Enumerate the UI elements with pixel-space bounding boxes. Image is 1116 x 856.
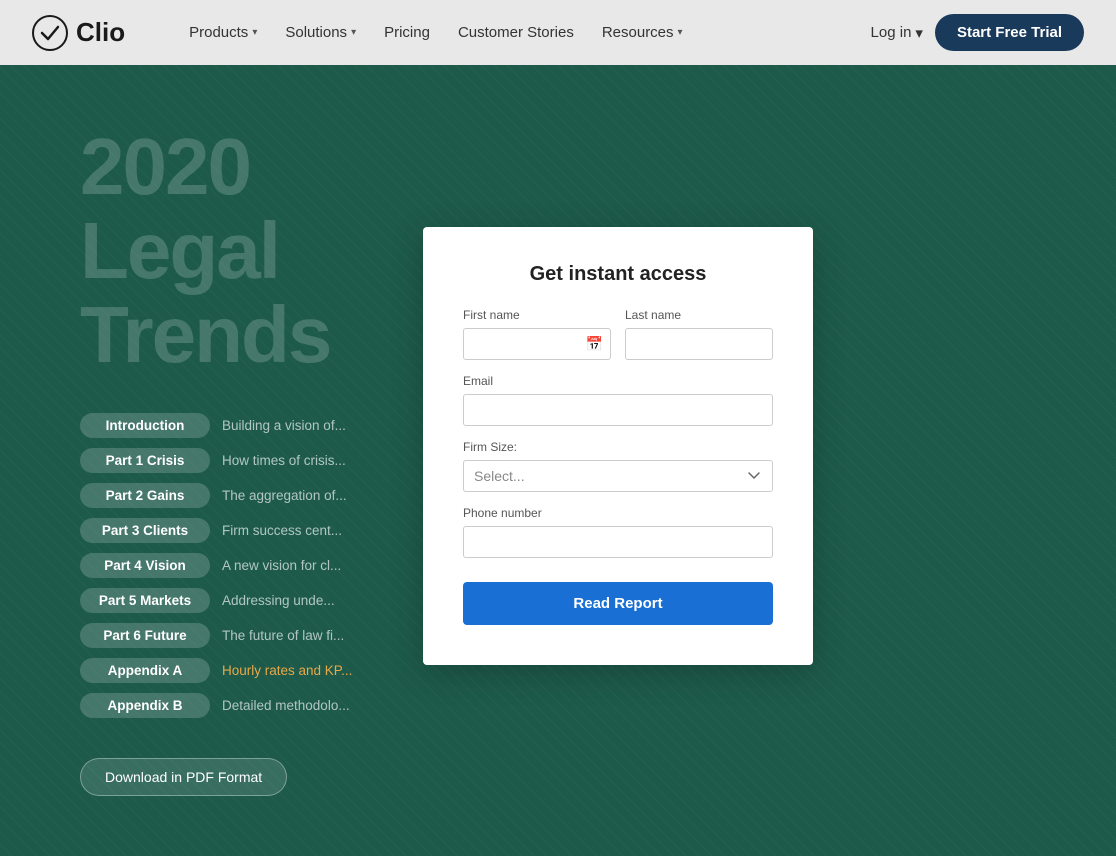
toc-part1: Part 1 Crisis How times of crisis... xyxy=(80,448,430,473)
hero-title-line1: 2020 Legal xyxy=(80,122,279,295)
phone-input[interactable] xyxy=(463,526,773,558)
nav-solutions-label: Solutions xyxy=(285,24,347,41)
phone-group: Phone number xyxy=(463,506,773,558)
toc-badge-part4[interactable]: Part 4 Vision xyxy=(80,553,210,578)
login-label: Log in xyxy=(871,24,912,41)
toc-badge-part6[interactable]: Part 6 Future xyxy=(80,623,210,648)
navbar: Clio Products ▾ Solutions ▾ Pricing Cust… xyxy=(0,0,1116,65)
hero-content: 2020 Legal Trends Introduction Building … xyxy=(0,65,430,856)
login-chevron: ▾ xyxy=(915,24,923,42)
toc-appendix-b: Appendix B Detailed methodolo... xyxy=(80,693,430,718)
nav-solutions[interactable]: Solutions ▾ xyxy=(273,16,368,49)
toc-desc-part4: A new vision for cl... xyxy=(222,558,341,573)
last-name-group: Last name xyxy=(625,308,773,360)
toc-badge-part2[interactable]: Part 2 Gains xyxy=(80,483,210,508)
nav-solutions-chevron: ▾ xyxy=(351,27,356,38)
toc-badge-part5[interactable]: Part 5 Markets xyxy=(80,588,210,613)
read-report-button[interactable]: Read Report xyxy=(463,582,773,625)
name-row: First name 📅 Last name xyxy=(463,308,773,360)
download-pdf-button[interactable]: Download in PDF Format xyxy=(80,758,287,796)
toc-desc-part3: Firm success cent... xyxy=(222,523,342,538)
nav-right: Log in ▾ Start Free Trial xyxy=(871,14,1084,51)
firm-size-select[interactable]: Select... Solo 2-5 6-20 21-50 51-200 200… xyxy=(463,460,773,492)
nav-products[interactable]: Products ▾ xyxy=(177,16,269,49)
toc-part5: Part 5 Markets Addressing unde... xyxy=(80,588,430,613)
logo[interactable]: Clio xyxy=(32,15,125,51)
toc-desc-part6: The future of law fi... xyxy=(222,628,344,643)
toc-desc-part5: Addressing unde... xyxy=(222,593,335,608)
first-name-input-wrapper: 📅 xyxy=(463,328,611,360)
toc-part6: Part 6 Future The future of law fi... xyxy=(80,623,430,648)
nav-customer-stories[interactable]: Customer Stories xyxy=(446,16,586,49)
firm-size-group: Firm Size: Select... Solo 2-5 6-20 21-50… xyxy=(463,440,773,492)
toc-badge-part1[interactable]: Part 1 Crisis xyxy=(80,448,210,473)
nav-customer-stories-label: Customer Stories xyxy=(458,24,574,41)
first-name-label: First name xyxy=(463,308,611,322)
phone-label: Phone number xyxy=(463,506,773,520)
login-button[interactable]: Log in ▾ xyxy=(871,24,923,42)
toc-appendix-a: Appendix A Hourly rates and KP... xyxy=(80,658,430,683)
toc-desc-appendix-a: Hourly rates and KP... xyxy=(222,663,352,678)
logo-text: Clio xyxy=(76,17,125,48)
nav-products-label: Products xyxy=(189,24,248,41)
table-of-contents: Introduction Building a vision of... Par… xyxy=(80,413,430,718)
hero-title: 2020 Legal Trends xyxy=(80,125,430,377)
toc-introduction: Introduction Building a vision of... xyxy=(80,413,430,438)
hero-title-line2: Trends xyxy=(80,290,330,379)
toc-desc-part1: How times of crisis... xyxy=(222,453,346,468)
nav-resources-chevron: ▾ xyxy=(678,27,683,38)
first-name-group: First name 📅 xyxy=(463,308,611,360)
toc-part4: Part 4 Vision A new vision for cl... xyxy=(80,553,430,578)
nav-resources[interactable]: Resources ▾ xyxy=(590,16,695,49)
modal-title: Get instant access xyxy=(463,263,773,286)
nav-resources-label: Resources xyxy=(602,24,674,41)
toc-badge-part3[interactable]: Part 3 Clients xyxy=(80,518,210,543)
nav-pricing-label: Pricing xyxy=(384,24,430,41)
email-label: Email xyxy=(463,374,773,388)
toc-part3: Part 3 Clients Firm success cent... xyxy=(80,518,430,543)
firm-size-label: Firm Size: xyxy=(463,440,773,454)
calendar-icon: 📅 xyxy=(586,335,603,352)
nav-pricing[interactable]: Pricing xyxy=(372,16,442,49)
last-name-label: Last name xyxy=(625,308,773,322)
email-input[interactable] xyxy=(463,394,773,426)
toc-desc-part2: The aggregation of... xyxy=(222,488,347,503)
toc-desc-introduction: Building a vision of... xyxy=(222,418,346,433)
nav-links: Products ▾ Solutions ▾ Pricing Customer … xyxy=(177,16,842,49)
hero-section: 2020 Legal Trends Introduction Building … xyxy=(0,65,1116,856)
toc-desc-appendix-b: Detailed methodolo... xyxy=(222,698,350,713)
nav-products-chevron: ▾ xyxy=(252,27,257,38)
clio-logo-icon xyxy=(32,15,68,51)
email-group: Email xyxy=(463,374,773,426)
trial-button[interactable]: Start Free Trial xyxy=(935,14,1084,51)
toc-badge-introduction[interactable]: Introduction xyxy=(80,413,210,438)
access-form-modal: Get instant access First name 📅 Last nam… xyxy=(423,227,813,665)
last-name-input[interactable] xyxy=(625,328,773,360)
toc-badge-appendix-b[interactable]: Appendix B xyxy=(80,693,210,718)
toc-badge-appendix-a[interactable]: Appendix A xyxy=(80,658,210,683)
toc-part2: Part 2 Gains The aggregation of... xyxy=(80,483,430,508)
